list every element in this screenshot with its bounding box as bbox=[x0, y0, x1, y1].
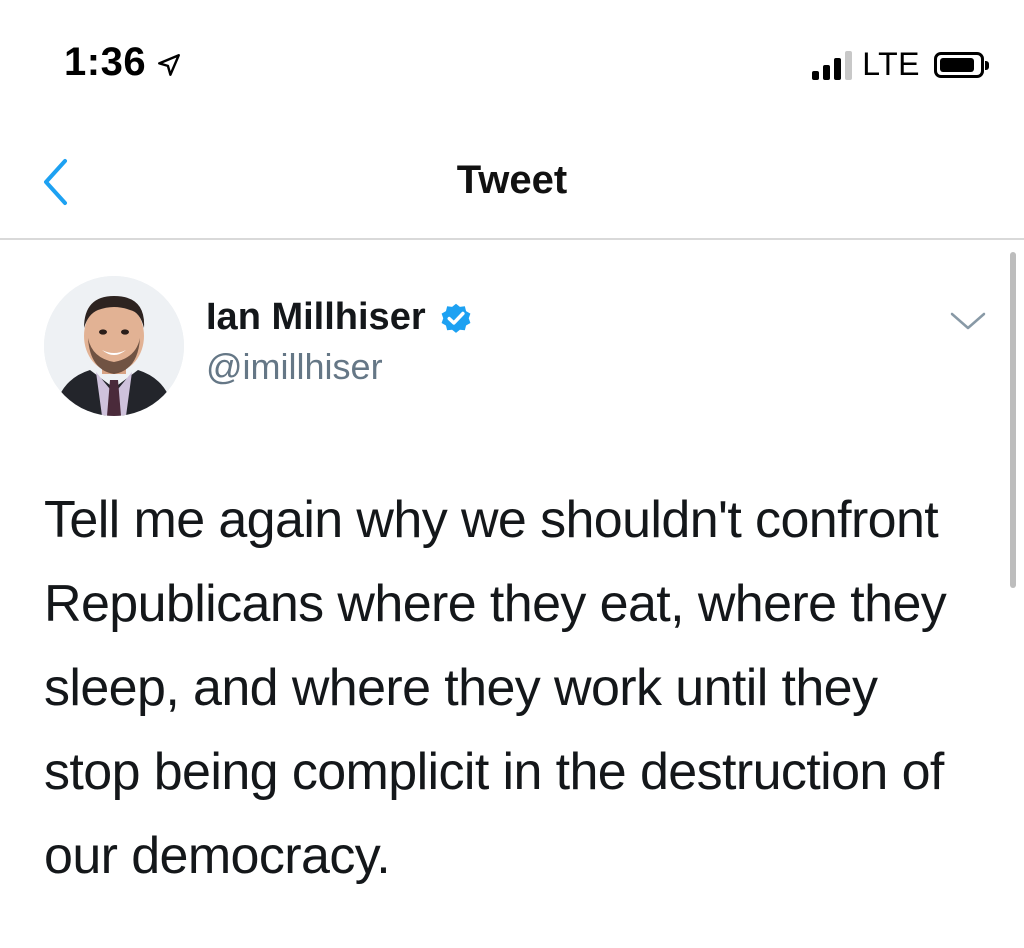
tweet-detail-screen: 1:36 LTE Tweet Ian Millhiser @imillhiser… bbox=[0, 0, 1024, 948]
tweet-header: Ian Millhiser @imillhiser bbox=[0, 240, 1024, 440]
tweet-options-button[interactable] bbox=[948, 306, 988, 336]
author-name[interactable]: Ian Millhiser bbox=[206, 296, 426, 339]
status-bar: 1:36 LTE bbox=[0, 0, 1024, 120]
battery-icon bbox=[934, 51, 989, 78]
status-indicators: LTE bbox=[812, 46, 989, 83]
nav-bar: Tweet bbox=[0, 120, 1024, 240]
tweet-text: Tell me again why we shouldn't confront … bbox=[44, 491, 947, 885]
location-arrow-icon bbox=[158, 53, 181, 76]
avatar[interactable] bbox=[44, 276, 184, 416]
network-label: LTE bbox=[862, 46, 920, 82]
chevron-down-icon bbox=[950, 312, 986, 330]
status-time-group: 1:36 bbox=[64, 40, 182, 85]
verified-badge-icon bbox=[441, 303, 471, 333]
signal-bars-icon bbox=[812, 50, 853, 80]
avatar-image bbox=[44, 276, 184, 416]
author-name-row[interactable]: Ian Millhiser bbox=[206, 296, 474, 339]
status-time: 1:36 bbox=[64, 40, 147, 84]
page-title: Tweet bbox=[456, 158, 568, 202]
author-handle[interactable]: @imillhiser bbox=[206, 346, 383, 388]
